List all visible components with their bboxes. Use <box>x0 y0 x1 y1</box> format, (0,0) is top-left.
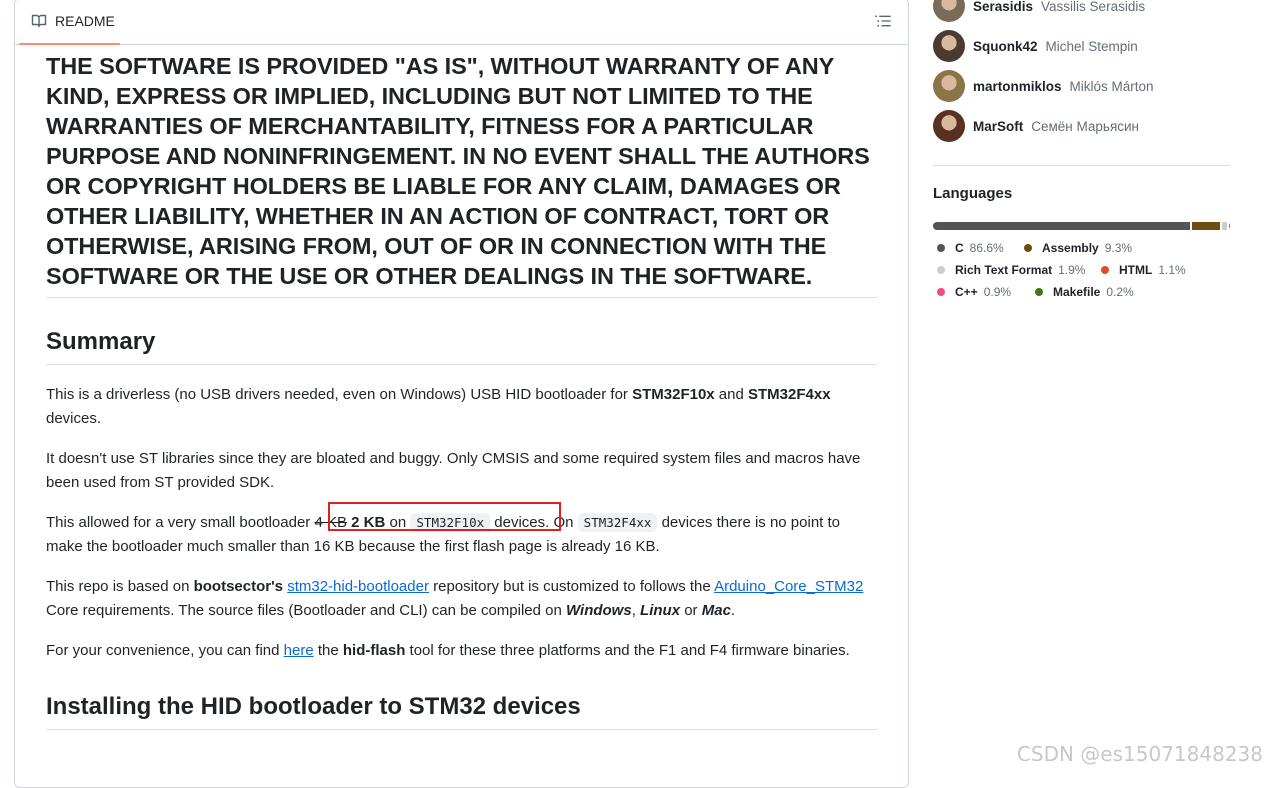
language-dot-icon <box>1035 288 1043 296</box>
language-dot-icon <box>1024 244 1032 252</box>
link-stm32-hid-bootloader[interactable]: stm32-hid-bootloader <box>287 578 429 595</box>
paragraph-size: This allowed for a very small bootloader… <box>46 513 841 555</box>
license-text: THE SOFTWARE IS PROVIDED "AS IS", WITHOU… <box>46 51 877 298</box>
install-heading: Installing the HID bootloader to STM32 d… <box>46 691 877 730</box>
paragraph-convenience: For your convenience, you can find here … <box>46 642 850 659</box>
paragraph-repo: This repo is based on bootsector's stm32… <box>46 578 864 619</box>
strikethrough-size: 4 KB <box>314 514 347 531</box>
languages-title: Languages <box>933 185 1013 202</box>
code-stm32f4xx: STM32F4xx <box>577 513 658 532</box>
avatar <box>933 30 965 62</box>
language-item[interactable]: Makefile 0.2% <box>1035 285 1134 299</box>
contributor-row[interactable]: Squonk42 Michel Stempin <box>933 30 1138 62</box>
paragraph-intro: This is a driverless (no USB drivers nee… <box>46 386 831 427</box>
readme-content: THE SOFTWARE IS PROVIDED "AS IS", WITHOU… <box>46 49 877 730</box>
link-here[interactable]: here <box>284 642 314 659</box>
readme-panel: README THE SOFTWARE IS PROVIDED "AS IS",… <box>14 0 909 788</box>
contributor-row[interactable]: martonmiklos Miklós Márton <box>933 70 1154 102</box>
language-dot-icon <box>937 266 945 274</box>
table-of-contents-icon[interactable] <box>874 12 892 30</box>
language-item[interactable]: C++ 0.9% <box>937 285 1011 299</box>
code-stm32f10x: STM32F10x <box>410 513 491 532</box>
tab-readme-label: README <box>55 13 115 29</box>
watermark-text: CSDN @es15071848238 <box>1016 742 1263 766</box>
languages-bar <box>933 222 1230 230</box>
languages-bar-segment <box>1221 222 1228 230</box>
tab-readme[interactable]: README <box>19 0 120 45</box>
avatar <box>933 70 965 102</box>
summary-heading: Summary <box>46 326 877 365</box>
contributor-row[interactable]: MarSoft Семён Марьясин <box>933 110 1139 142</box>
language-item[interactable]: C 86.6% <box>937 241 1004 255</box>
link-arduino-core-stm32[interactable]: Arduino_Core_STM32 <box>714 578 863 595</box>
language-item[interactable]: HTML 1.1% <box>1101 263 1186 277</box>
language-dot-icon <box>937 288 945 296</box>
book-icon <box>31 14 47 28</box>
avatar <box>933 110 965 142</box>
readme-header: README <box>15 0 908 45</box>
paragraph-libraries: It doesn't use ST libraries since they a… <box>46 450 861 491</box>
language-item[interactable]: Rich Text Format 1.9% <box>937 263 1085 277</box>
avatar <box>933 0 965 22</box>
languages-bar-segment <box>1192 222 1220 230</box>
contributor-row[interactable]: Serasidis Vassilis Serasidis <box>933 0 1145 22</box>
language-dot-icon <box>937 244 945 252</box>
languages-bar-segment <box>1229 222 1230 230</box>
languages-bar-segment <box>933 222 1191 230</box>
sidebar-divider <box>933 165 1230 166</box>
language-dot-icon <box>1101 266 1109 274</box>
language-item[interactable]: Assembly 9.3% <box>1024 241 1132 255</box>
